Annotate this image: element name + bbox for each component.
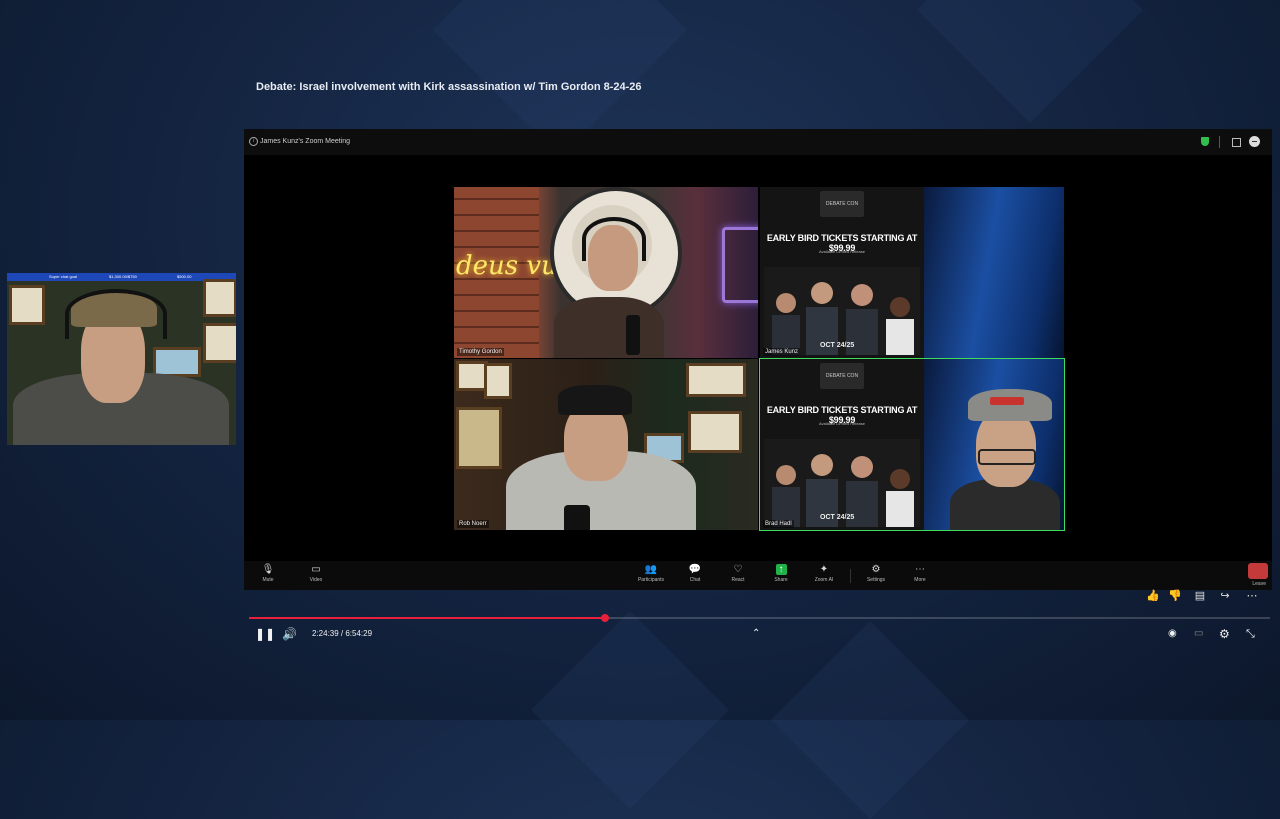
participants-icon: 👥 — [644, 564, 658, 575]
participant-body — [554, 297, 664, 358]
wall-frame — [686, 363, 746, 397]
wall-frame — [688, 411, 742, 453]
player-controls: ❚❚ 🔊 2:24:39 / 6:54:29 ⌃ ◉ ▭ ⚙ ⤡ — [249, 625, 1270, 643]
wall-frame — [203, 323, 236, 363]
info-icon[interactable]: i — [249, 137, 258, 146]
background-shape — [771, 621, 969, 819]
participant-tile-james-cam[interactable] — [924, 187, 1064, 358]
participants-button[interactable]: 👥 Participants — [631, 564, 671, 583]
zoom-titlebar: i James Kunz's Zoom Meeting — [244, 129, 1272, 155]
cap — [558, 385, 632, 415]
grid-view-icon[interactable] — [1232, 138, 1241, 147]
share-icon[interactable]: ↪ — [1217, 588, 1233, 604]
scrubber-handle[interactable] — [601, 614, 609, 622]
more-button[interactable]: ⋯ More — [900, 564, 940, 583]
zoom-ai-button[interactable]: ✦ Zoom AI — [804, 564, 844, 583]
participant-name: James Kunz — [763, 348, 801, 356]
participant-name: Rob Noerr — [457, 520, 489, 528]
settings-label: Settings — [866, 577, 886, 583]
captions-icon[interactable]: ▭ — [1194, 625, 1203, 643]
microphone — [626, 315, 640, 355]
chevron-up-icon[interactable]: ⌃ — [752, 625, 760, 643]
more-icon: ⋯ — [915, 564, 925, 575]
exit-fullscreen-icon[interactable]: ⤡ — [1246, 625, 1255, 643]
headset-icon — [65, 289, 167, 339]
more-label: More — [914, 577, 926, 583]
react-label: React — [731, 577, 745, 583]
zoom-window-title: James Kunz's Zoom Meeting — [260, 138, 351, 145]
participants-label: Participants — [637, 577, 665, 583]
more-options-icon[interactable]: ⋯ — [1244, 588, 1260, 604]
zoom-ai-label: Zoom AI — [814, 577, 834, 583]
divider — [850, 569, 851, 583]
goal-label: Super chat goal — [49, 274, 78, 279]
goal-progress: $1,300.00/$750 — [109, 274, 137, 279]
divider — [1219, 136, 1220, 148]
participant-tile-rob[interactable]: Rob Noerr — [454, 359, 758, 530]
autoplay-toggle-icon[interactable]: ◉ — [1168, 625, 1177, 643]
video-label: Video — [309, 577, 323, 583]
comment-icon[interactable]: ▤ — [1192, 588, 1208, 604]
shield-icon[interactable] — [1201, 137, 1209, 146]
react-button[interactable]: ♡ React — [718, 564, 758, 583]
wall-frame — [456, 407, 502, 469]
headset-icon — [582, 217, 646, 261]
pause-icon[interactable]: ❚❚ — [255, 625, 275, 643]
gear-icon: ⚙ — [871, 564, 881, 575]
minimize-icon[interactable] — [1249, 136, 1260, 147]
heart-icon: ♡ — [733, 564, 743, 575]
wall-frame — [484, 363, 512, 399]
share-label: Share — [774, 577, 788, 583]
participant-name: Timothy Gordon — [457, 348, 504, 356]
chat-button[interactable]: 💬 Chat — [675, 564, 715, 583]
mute-label: Mute — [262, 577, 274, 583]
active-speaker-border — [759, 358, 1065, 531]
debate-con-logo: DEBATE CON — [820, 191, 864, 217]
dislike-icon[interactable]: 👎 — [1167, 588, 1183, 604]
share-button[interactable]: ↑ Share — [761, 564, 801, 583]
wall-frame — [203, 279, 236, 317]
participant-tile-timothy[interactable]: deus vult Timothy Gordon — [454, 187, 758, 358]
microphone — [564, 505, 590, 530]
leave-icon[interactable] — [1248, 563, 1268, 579]
video-button[interactable]: ▭ Video — [296, 564, 336, 583]
participant-tile-james-ad[interactable]: DEBATE CON EARLY BIRD TICKETS STARTING A… — [760, 187, 924, 358]
like-icon[interactable]: 👍 — [1145, 588, 1161, 604]
background-shape — [916, 0, 1144, 124]
wall-frame — [153, 347, 201, 377]
share-screen-icon: ↑ — [775, 564, 787, 575]
camera-icon: ▭ — [311, 564, 321, 575]
progress-bar[interactable] — [249, 614, 1270, 622]
chat-label: Chat — [689, 577, 701, 583]
video-player[interactable]: i James Kunz's Zoom Meeting deus vult Ti… — [244, 129, 1272, 590]
volume-icon[interactable]: 🔊 — [282, 625, 297, 643]
ad-subtext: Available Limited Release — [819, 249, 865, 254]
sparkle-icon: ✦ — [819, 564, 829, 575]
mute-button[interactable]: 🎙 Mute — [248, 564, 288, 583]
video-title: Debate: Israel involvement with Kirk ass… — [256, 81, 642, 93]
time-display: 2:24:39 / 6:54:29 — [312, 629, 373, 638]
purple-neon-sign — [722, 227, 758, 303]
microphone-icon: 🎙 — [261, 564, 275, 575]
goal-target: $500.00 — [177, 274, 192, 279]
zoom-toolbar: 🎙 Mute ▭ Video 👥 Participants 💬 Chat ♡ R… — [244, 561, 1272, 590]
wall-frame — [9, 285, 45, 325]
settings-button[interactable]: ⚙ Settings — [856, 564, 896, 583]
super-chat-goal-bar: Super chat goal $1,300.00/$750 $500.00 — [7, 273, 236, 281]
leave-label: Leave — [1252, 581, 1266, 587]
chat-icon: 💬 — [688, 564, 702, 575]
ad-date: OCT 24/25 — [820, 342, 855, 349]
video-actions: 👍 👎 ▤ ↪ ⋯ — [1143, 588, 1268, 604]
gear-icon[interactable]: ⚙ — [1219, 625, 1230, 643]
progress-played — [249, 617, 605, 619]
streamer-webcam: Super chat goal $1,300.00/$750 $500.00 — [7, 273, 236, 445]
